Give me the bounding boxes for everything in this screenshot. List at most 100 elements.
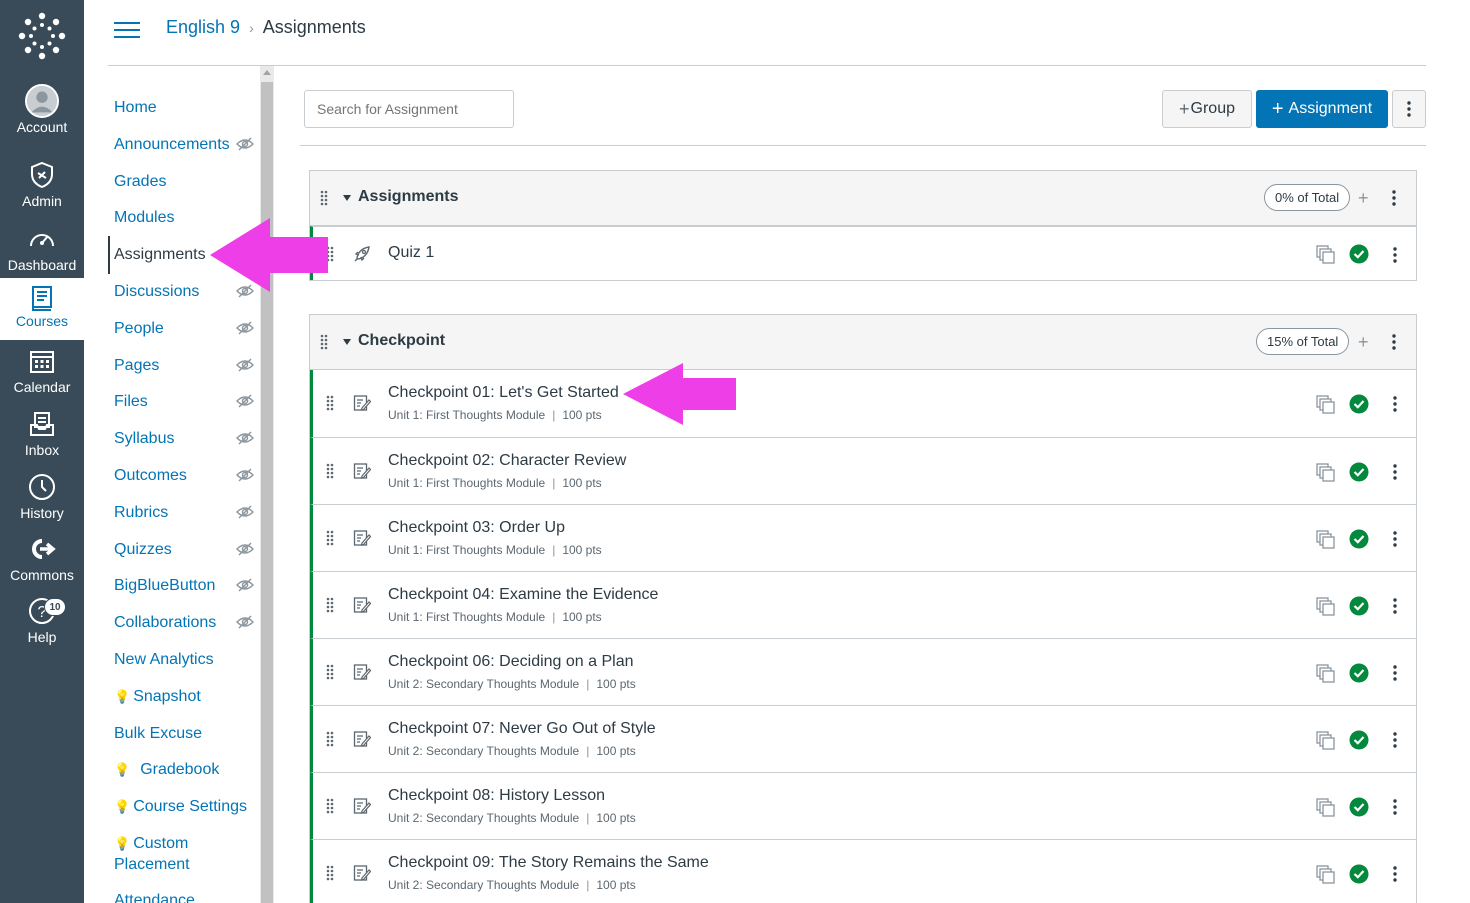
published-check-icon[interactable] xyxy=(1349,394,1369,414)
breadcrumb-course-link[interactable]: English 9 xyxy=(166,17,240,38)
copy-to-icon[interactable] xyxy=(1315,529,1335,549)
course-nav-quizzes[interactable]: Quizzes xyxy=(114,541,172,559)
gnav-admin[interactable]: Admin xyxy=(0,158,84,220)
assignment-module-link[interactable]: Unit 1: First Thoughts Module xyxy=(388,408,545,422)
group-header[interactable]: Checkpoint 15% of Total + xyxy=(310,315,1416,370)
copy-to-icon[interactable] xyxy=(1315,462,1335,482)
course-nav-modules[interactable]: Modules xyxy=(114,209,174,227)
course-nav-bigbluebutton[interactable]: BigBlueButton xyxy=(114,577,215,595)
course-nav-new-analytics[interactable]: New Analytics xyxy=(114,651,214,669)
course-nav-bulk-excuse[interactable]: Bulk Excuse xyxy=(114,725,202,743)
course-nav-collaborations[interactable]: Collaborations xyxy=(114,614,216,632)
course-nav-rubrics[interactable]: Rubrics xyxy=(114,504,168,522)
assignment-row[interactable]: Checkpoint 02: Character Review Unit 1: F… xyxy=(310,437,1416,504)
row-kebab-icon[interactable] xyxy=(1393,531,1397,547)
course-nav-custom-placement-line2[interactable]: Placement xyxy=(114,856,190,874)
scrollbar-thumb[interactable] xyxy=(261,82,273,903)
drag-handle-icon[interactable] xyxy=(326,463,334,479)
assignment-module-link[interactable]: Unit 2: Secondary Thoughts Module xyxy=(388,744,579,758)
course-nav-files[interactable]: Files xyxy=(114,393,148,411)
assignment-row[interactable]: Checkpoint 08: History Lesson Unit 2: Sec… xyxy=(310,772,1416,839)
course-nav-announcements[interactable]: Announcements xyxy=(114,136,230,154)
search-assignment-input[interactable] xyxy=(304,90,514,128)
course-nav-outcomes[interactable]: Outcomes xyxy=(114,467,187,485)
gnav-commons[interactable]: Commons xyxy=(0,532,84,594)
drag-handle-icon[interactable] xyxy=(326,731,334,747)
published-check-icon[interactable] xyxy=(1349,730,1369,750)
canvas-logo-icon[interactable] xyxy=(0,12,84,62)
copy-to-icon[interactable] xyxy=(1315,797,1335,817)
published-check-icon[interactable] xyxy=(1349,462,1369,482)
assignment-row[interactable]: Checkpoint 06: Deciding on a Plan Unit 2:… xyxy=(310,638,1416,705)
course-nav-grades[interactable]: Grades xyxy=(114,173,166,191)
drag-handle-icon[interactable] xyxy=(326,395,334,411)
copy-to-icon[interactable] xyxy=(1315,663,1335,683)
published-check-icon[interactable] xyxy=(1349,244,1369,264)
row-kebab-icon[interactable] xyxy=(1393,866,1397,882)
add-group-button[interactable]: + Group xyxy=(1162,90,1252,128)
group-kebab-icon[interactable] xyxy=(1392,190,1396,206)
assignment-module-link[interactable]: Unit 1: First Thoughts Module xyxy=(388,543,545,557)
gnav-account[interactable]: Account xyxy=(0,84,84,146)
add-to-group-plus-icon[interactable]: + xyxy=(1358,332,1369,353)
group-header[interactable]: Assignments 0% of Total + xyxy=(310,171,1416,226)
drag-handle-icon[interactable] xyxy=(320,334,328,350)
gnav-inbox[interactable]: Inbox xyxy=(0,407,84,469)
drag-handle-icon[interactable] xyxy=(326,597,334,613)
published-check-icon[interactable] xyxy=(1349,663,1369,683)
assignment-module-link[interactable]: Unit 2: Secondary Thoughts Module xyxy=(388,878,579,892)
drag-handle-icon[interactable] xyxy=(326,798,334,814)
add-assignment-button[interactable]: + Assignment xyxy=(1256,90,1388,128)
assignment-module-link[interactable]: Unit 1: First Thoughts Module xyxy=(388,610,545,624)
course-nav-gradebook[interactable]: 💡 Gradebook xyxy=(114,761,219,779)
row-kebab-icon[interactable] xyxy=(1393,247,1397,263)
drag-handle-icon[interactable] xyxy=(326,530,334,546)
assignment-title-link[interactable]: Checkpoint 04: Examine the Evidence xyxy=(388,586,658,604)
assignment-title-link[interactable]: Checkpoint 06: Deciding on a Plan xyxy=(388,653,634,671)
row-kebab-icon[interactable] xyxy=(1393,732,1397,748)
course-nav-course-settings[interactable]: 💡 Course Settings xyxy=(114,798,247,816)
copy-to-icon[interactable] xyxy=(1315,730,1335,750)
course-nav-assignments[interactable]: Assignments xyxy=(114,246,206,264)
copy-to-icon[interactable] xyxy=(1315,864,1335,884)
assignment-row[interactable]: Checkpoint 09: The Story Remains the Sam… xyxy=(310,839,1416,903)
published-check-icon[interactable] xyxy=(1349,596,1369,616)
course-nav-syllabus[interactable]: Syllabus xyxy=(114,430,174,448)
assignment-title-link[interactable]: Checkpoint 09: The Story Remains the Sam… xyxy=(388,854,709,872)
gnav-history[interactable]: History xyxy=(0,470,84,532)
assignment-row[interactable]: Checkpoint 03: Order Up Unit 1: First Tho… xyxy=(310,504,1416,571)
course-nav-custom-placement[interactable]: 💡 Custom xyxy=(114,835,188,853)
row-kebab-icon[interactable] xyxy=(1393,464,1397,480)
assignment-title-link[interactable]: Checkpoint 03: Order Up xyxy=(388,519,565,537)
assignment-module-link[interactable]: Unit 1: First Thoughts Module xyxy=(388,476,545,490)
assignment-row[interactable]: Checkpoint 01: Let's Get Started Unit 1: … xyxy=(310,370,1416,437)
published-check-icon[interactable] xyxy=(1349,797,1369,817)
copy-to-icon[interactable] xyxy=(1315,244,1335,264)
caret-down-icon[interactable] xyxy=(343,195,351,201)
course-nav-pages[interactable]: Pages xyxy=(114,357,159,375)
gnav-help[interactable]: ? 10 Help xyxy=(0,594,84,656)
assignment-title-link[interactable]: Checkpoint 08: History Lesson xyxy=(388,787,605,805)
drag-handle-icon[interactable] xyxy=(326,664,334,680)
published-check-icon[interactable] xyxy=(1349,864,1369,884)
course-nav-home[interactable]: Home xyxy=(114,99,157,117)
drag-handle-icon[interactable] xyxy=(320,190,328,206)
assignment-row[interactable]: Checkpoint 04: Examine the Evidence Unit … xyxy=(310,571,1416,638)
assignment-row[interactable]: Checkpoint 07: Never Go Out of Style Unit… xyxy=(310,705,1416,772)
assignment-title-link[interactable]: Quiz 1 xyxy=(388,244,434,262)
caret-down-icon[interactable] xyxy=(343,339,351,345)
row-kebab-icon[interactable] xyxy=(1393,665,1397,681)
course-nav-attendance[interactable]: Attendance xyxy=(114,892,195,903)
course-nav-people[interactable]: People xyxy=(114,320,164,338)
assignment-module-link[interactable]: Unit 2: Secondary Thoughts Module xyxy=(388,677,579,691)
assignment-title-link[interactable]: Checkpoint 01: Let's Get Started xyxy=(388,384,619,402)
assignment-module-link[interactable]: Unit 2: Secondary Thoughts Module xyxy=(388,811,579,825)
course-nav-discussions[interactable]: Discussions xyxy=(114,283,199,301)
row-kebab-icon[interactable] xyxy=(1393,799,1397,815)
drag-handle-icon[interactable] xyxy=(326,865,334,881)
gnav-dashboard[interactable]: Dashboard xyxy=(0,222,84,284)
course-nav-scrollbar[interactable] xyxy=(260,66,274,903)
row-kebab-icon[interactable] xyxy=(1393,598,1397,614)
assignment-row[interactable]: Quiz 1 xyxy=(310,226,1416,280)
scroll-up-arrow-icon[interactable] xyxy=(263,70,271,75)
